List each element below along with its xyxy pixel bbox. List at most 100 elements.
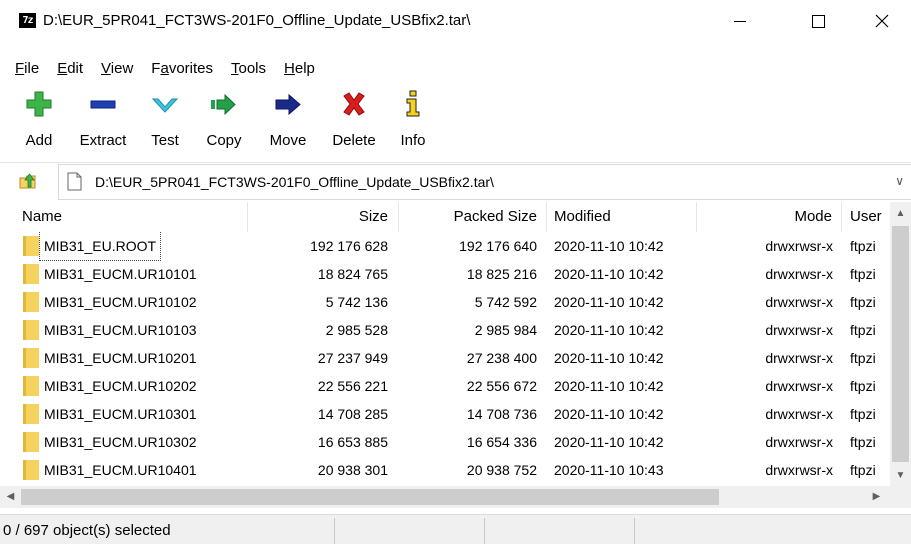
file-row[interactable]: MIB31_EUCM.UR10101 18 824 765 18 825 216 20… — [0, 260, 890, 288]
folder-up-icon[interactable] — [18, 171, 38, 191]
size-cell: 14 708 285 — [317, 406, 388, 422]
toolbar-divider — [0, 162, 911, 163]
window-title: D:\EUR_5PR041_FCT3WS-201F0_Offline_Updat… — [43, 12, 471, 29]
file-name-cell: MIB31_EUCM.UR10301 — [44, 406, 197, 422]
file-name-cell: MIB31_EUCM.UR10103 — [44, 322, 197, 338]
modified-cell: 2020-11-10 10:42 — [554, 266, 664, 282]
modified-cell: 2020-11-10 10:42 — [554, 322, 664, 338]
menu-help[interactable]: Help — [275, 57, 324, 81]
move-arrow-icon — [275, 93, 301, 116]
info-label: Info — [400, 132, 426, 149]
scroll-down-icon[interactable]: ▼ — [890, 466, 911, 486]
mode-cell: drwxrwsr-x — [765, 322, 833, 338]
file-name-cell: MIB31_EUCM.UR10201 — [44, 350, 197, 366]
add-button[interactable]: Add — [18, 88, 60, 158]
horizontal-scroll-thumb[interactable] — [21, 489, 719, 505]
size-cell: 20 938 301 — [317, 462, 388, 478]
scroll-up-icon[interactable]: ▲ — [890, 204, 911, 224]
packed-size-cell: 22 556 672 — [466, 378, 537, 394]
plus-icon — [26, 91, 52, 117]
menu-file[interactable]: File — [0, 57, 48, 81]
user-cell: ftpzi — [850, 462, 876, 478]
menu-view[interactable]: View — [92, 57, 142, 81]
packed-size-cell: 14 708 736 — [466, 406, 537, 422]
column-header-name[interactable]: Name — [0, 202, 248, 232]
user-cell: ftpzi — [850, 434, 876, 450]
file-rows: MIB31_EU.ROOT 192 176 628 192 176 640 2020-… — [0, 232, 890, 486]
file-row[interactable]: MIB31_EUCM.UR10202 22 556 221 22 556 672 20… — [0, 372, 890, 400]
modified-cell: 2020-11-10 10:42 — [554, 406, 664, 422]
menu-bar: File Edit View Favorites Tools Help — [0, 57, 324, 81]
add-label: Add — [25, 132, 53, 149]
7zip-app-icon: 7z — [19, 13, 36, 28]
address-bar: D:\EUR_5PR041_FCT3WS-201F0_Offline_Updat… — [0, 164, 911, 200]
user-cell: ftpzi — [850, 294, 876, 310]
column-header-size[interactable]: Size — [248, 202, 399, 232]
file-row[interactable]: MIB31_EUCM.UR10201 27 237 949 27 238 400 20… — [0, 344, 890, 372]
copy-arrow-icon — [211, 93, 236, 116]
vertical-scroll-thumb[interactable] — [892, 226, 909, 462]
title-bar: 7z D:\EUR_5PR041_FCT3WS-201F0_Offline_Up… — [0, 0, 911, 42]
column-header-user[interactable]: User — [842, 202, 890, 232]
delete-button[interactable]: Delete — [326, 88, 382, 158]
extract-button[interactable]: Extract — [72, 88, 134, 158]
user-cell: ftpzi — [850, 266, 876, 282]
menu-edit[interactable]: Edit — [48, 57, 92, 81]
path-input[interactable]: D:\EUR_5PR041_FCT3WS-201F0_Offline_Updat… — [58, 164, 911, 200]
mode-cell: drwxrwsr-x — [765, 406, 833, 422]
mode-cell: drwxrwsr-x — [765, 434, 833, 450]
selection-status: 0 / 697 object(s) selected — [3, 522, 171, 539]
mode-cell: drwxrwsr-x — [765, 238, 833, 254]
close-button[interactable] — [859, 0, 905, 42]
status-divider — [334, 518, 335, 544]
packed-size-cell: 2 985 984 — [474, 322, 537, 338]
file-name-cell: MIB31_EUCM.UR10202 — [44, 378, 197, 394]
menu-tools[interactable]: Tools — [222, 57, 275, 81]
minus-icon — [90, 100, 116, 109]
delete-x-icon — [343, 92, 365, 116]
column-header-mode[interactable]: Mode — [697, 202, 842, 232]
user-cell: ftpzi — [850, 238, 876, 254]
size-cell: 18 824 765 — [317, 266, 388, 282]
copy-button[interactable]: Copy — [198, 88, 250, 158]
extract-label: Extract — [79, 132, 127, 149]
file-row[interactable]: MIB31_EUCM.UR10401 20 938 301 20 938 752 20… — [0, 456, 890, 484]
size-cell: 16 653 885 — [317, 434, 388, 450]
column-header-packed-size[interactable]: Packed Size — [399, 202, 547, 232]
scroll-left-icon[interactable]: ◀ — [0, 486, 21, 508]
size-cell: 5 742 136 — [325, 294, 388, 310]
file-row[interactable]: MIB31_EUCM.UR10302 16 653 885 16 654 336 20… — [0, 428, 890, 456]
user-cell: ftpzi — [850, 350, 876, 366]
scroll-right-icon[interactable]: ▶ — [866, 486, 887, 508]
file-row[interactable]: MIB31_EUCM.UR10103 2 985 528 2 985 984 2020… — [0, 316, 890, 344]
chevron-down-icon[interactable]: ∨ — [895, 174, 904, 188]
file-row[interactable]: MIB31_EU.ROOT 192 176 628 192 176 640 2020-… — [0, 232, 890, 261]
maximize-button[interactable] — [795, 0, 841, 42]
mode-cell: drwxrwsr-x — [765, 294, 833, 310]
file-name-cell: MIB31_EU.ROOT — [38, 232, 162, 261]
folder-icon — [23, 404, 39, 424]
folder-icon — [23, 460, 39, 480]
modified-cell: 2020-11-10 10:42 — [554, 434, 664, 450]
test-button[interactable]: Test — [142, 88, 188, 158]
menu-favorites[interactable]: Favorites — [142, 57, 222, 81]
column-header-modified[interactable]: Modified — [547, 202, 697, 232]
vertical-scrollbar[interactable]: ▲ ▼ — [890, 202, 911, 486]
info-button[interactable]: Info — [392, 88, 434, 158]
mode-cell: drwxrwsr-x — [765, 266, 833, 282]
check-arrow-icon — [151, 98, 179, 113]
move-button[interactable]: Move — [262, 88, 314, 158]
size-cell: 2 985 528 — [325, 322, 388, 338]
toolbar: Add Extract Test Copy Move Delete Info — [0, 88, 911, 158]
path-text: D:\EUR_5PR041_FCT3WS-201F0_Offline_Updat… — [95, 174, 494, 190]
size-cell: 22 556 221 — [317, 378, 388, 394]
scrollbar-corner — [890, 486, 911, 508]
file-row[interactable]: MIB31_EUCM.UR10102 5 742 136 5 742 592 2020… — [0, 288, 890, 316]
minimize-button[interactable] — [717, 0, 763, 42]
modified-cell: 2020-11-10 10:43 — [554, 462, 664, 478]
horizontal-scrollbar[interactable]: ◀ ▶ — [0, 486, 890, 508]
move-label: Move — [269, 132, 307, 149]
packed-size-cell: 192 176 640 — [459, 238, 537, 254]
file-row[interactable]: MIB31_EUCM.UR10301 14 708 285 14 708 736 20… — [0, 400, 890, 428]
mode-cell: drwxrwsr-x — [765, 378, 833, 394]
